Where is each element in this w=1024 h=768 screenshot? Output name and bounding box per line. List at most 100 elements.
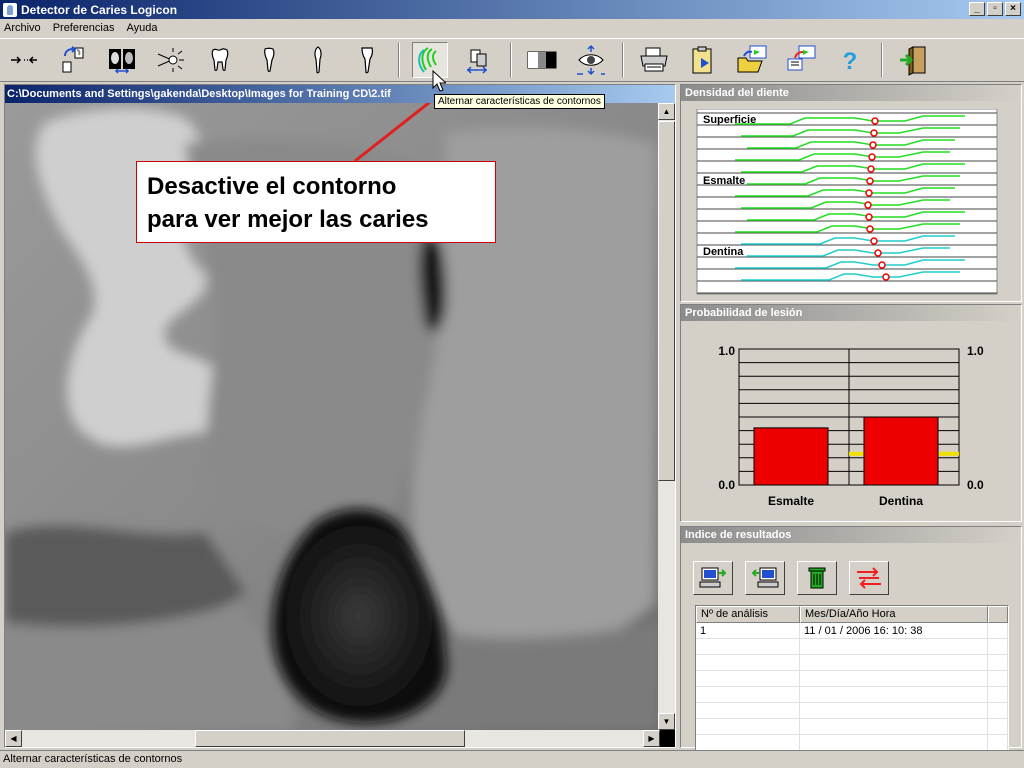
table-row-empty — [696, 671, 1008, 687]
contrast-button[interactable] — [524, 42, 560, 78]
column-header-date-time[interactable]: Mes/Día/Año Hora — [800, 606, 988, 623]
toolbar-tooltip: Alternar características de contornos — [434, 94, 605, 109]
scroll-up-button[interactable]: ▲ — [658, 103, 675, 120]
toolbar-separator — [510, 43, 512, 77]
table-row-empty — [696, 655, 1008, 671]
table-row-empty — [696, 639, 1008, 655]
restore-button[interactable]: ▫ — [987, 2, 1003, 16]
y-axis-max-left: 1.0 — [718, 344, 735, 358]
density-marker — [866, 177, 874, 185]
density-marker — [866, 225, 874, 233]
probability-panel-title: Probabilidad de lesión — [681, 305, 1021, 321]
minimize-button[interactable]: _ — [969, 2, 985, 16]
table-row[interactable]: 1 11 / 01 / 2006 16: 10: 38 — [696, 623, 1008, 639]
horizontal-scrollbar[interactable]: ◀ ▶ — [5, 730, 660, 747]
light-source-icon — [157, 48, 184, 72]
flip-image-icon — [466, 49, 488, 74]
rotate-image-icon — [62, 46, 84, 73]
print-button[interactable] — [636, 42, 672, 78]
premolar-button[interactable] — [251, 42, 287, 78]
density-marker — [865, 189, 873, 197]
table-row-empty — [696, 735, 1008, 750]
vertical-scrollbar[interactable]: ▲ ▼ — [658, 103, 675, 730]
callout-line-2: para ver mejor las caries — [147, 206, 429, 233]
callout-line-1: Desactive el contorno — [147, 173, 397, 200]
delete-result-button[interactable] — [797, 561, 837, 595]
density-label-dentina: Dentina — [703, 246, 744, 258]
view-eye-button[interactable] — [573, 42, 609, 78]
canine-button[interactable] — [300, 42, 336, 78]
canine-icon — [314, 46, 322, 74]
incisor-icon — [361, 47, 373, 74]
transfer-result-button[interactable] — [849, 561, 889, 595]
question-mark-icon: ? — [843, 48, 858, 75]
density-label-esmalte: Esmalte — [703, 175, 745, 187]
svg-text:?: ? — [843, 48, 858, 75]
status-bar: Alternar características de contornos — [0, 750, 1024, 768]
save-result-button[interactable] — [693, 561, 733, 595]
arrows-icon — [11, 56, 37, 64]
close-button[interactable]: × — [1005, 2, 1021, 16]
table-row-empty — [696, 687, 1008, 703]
scroll-down-button[interactable]: ▼ — [658, 713, 675, 730]
y-axis-min-left: 0.0 — [718, 478, 735, 492]
toolbar-separator — [622, 43, 624, 77]
tooth-app-icon — [3, 2, 17, 17]
lesion-probability-chart: 1.0 0.0 1.0 0.0 Esmalte Dentina — [718, 344, 984, 508]
density-marker — [865, 213, 873, 221]
menu-preferencias[interactable]: Preferencias — [53, 22, 115, 34]
rotate-image-button[interactable] — [55, 42, 91, 78]
density-panel: Densidad del diente Superficie Esmalte D… — [680, 84, 1022, 302]
export-icon — [787, 45, 816, 71]
density-marker — [878, 261, 886, 269]
title-bar: Detector de Caries Logicon _ ▫ × — [0, 0, 1024, 19]
table-row-empty — [696, 703, 1008, 719]
clipboard-icon — [692, 46, 712, 74]
x-label-dentina: Dentina — [879, 494, 923, 508]
vertical-scroll-thumb[interactable] — [658, 121, 675, 481]
density-marker — [867, 165, 875, 173]
flip-image-button[interactable] — [461, 42, 497, 78]
molar-button[interactable] — [202, 42, 238, 78]
menu-archivo[interactable]: Archivo — [4, 22, 41, 34]
export-button[interactable] — [783, 42, 819, 78]
computer-save-icon — [699, 567, 727, 588]
density-marker — [882, 273, 890, 281]
cell-empty — [988, 623, 1008, 638]
contrast-icon — [527, 51, 557, 69]
cell-analysis-number: 1 — [696, 623, 800, 638]
horizontal-scroll-thumb[interactable] — [195, 730, 465, 747]
load-result-button[interactable] — [745, 561, 785, 595]
compare-images-button[interactable] — [104, 42, 140, 78]
open-folder-button[interactable] — [734, 42, 770, 78]
printer-icon — [640, 47, 668, 72]
menu-ayuda[interactable]: Ayuda — [126, 22, 157, 34]
arrows-button[interactable] — [6, 42, 42, 78]
column-header-analysis-number[interactable]: Nº de análisis — [696, 606, 800, 623]
computer-load-icon — [751, 567, 779, 588]
compare-images-icon — [109, 49, 135, 74]
exit-door-icon — [900, 46, 926, 76]
molar-icon — [211, 48, 229, 72]
bar-dentina — [863, 416, 939, 486]
trash-icon — [808, 567, 826, 589]
density-marker — [870, 129, 878, 137]
exit-button[interactable] — [895, 42, 931, 78]
light-source-button[interactable] — [153, 42, 189, 78]
results-panel: Indice de resultados Nº de análisis Mes/… — [680, 526, 1022, 751]
toolbar: ? — [0, 38, 1024, 82]
y-axis-min-right: 0.0 — [967, 478, 984, 492]
incisor-button[interactable] — [349, 42, 385, 78]
help-button[interactable]: ? — [832, 42, 868, 78]
column-header-extra[interactable] — [988, 606, 1008, 623]
eye-icon — [577, 44, 605, 76]
transfer-arrows-icon — [857, 567, 881, 589]
premolar-icon — [264, 47, 275, 73]
density-marker — [869, 141, 877, 149]
density-label-superficie: Superficie — [703, 114, 756, 126]
scroll-left-button[interactable]: ◀ — [5, 730, 22, 747]
scroll-right-button[interactable]: ▶ — [643, 730, 660, 747]
density-marker — [868, 153, 876, 161]
mouse-cursor-icon — [432, 70, 446, 92]
report-button[interactable] — [685, 42, 721, 78]
